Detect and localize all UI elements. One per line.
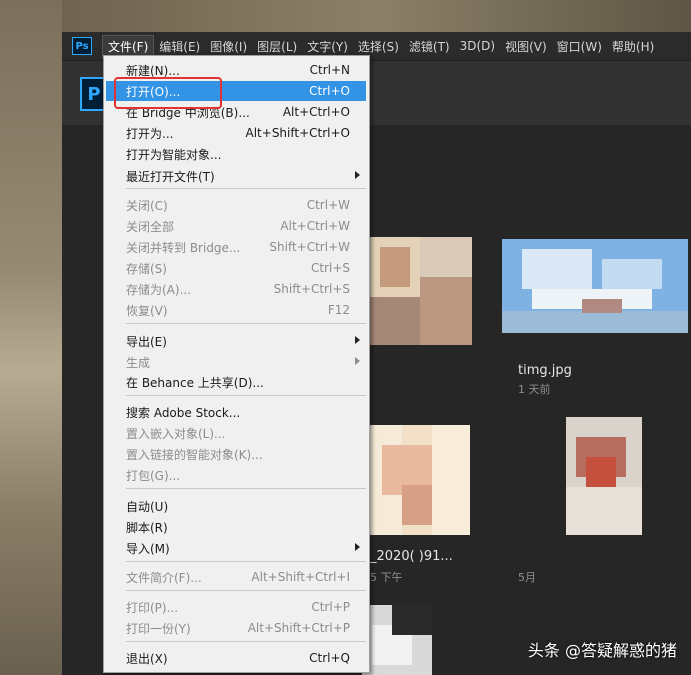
menu-help[interactable]: 帮助(H) — [607, 36, 659, 57]
recent-file-thumb-timg[interactable] — [502, 239, 688, 333]
menu-close-go-bridge[interactable]: 关闭并转到 Bridge... Shift+Ctrl+W — [106, 237, 366, 257]
menu-3d[interactable]: 3D(D) — [455, 37, 500, 55]
menu-print-one-copy[interactable]: 打印一份(Y) Alt+Shift+Ctrl+P — [106, 618, 366, 638]
recent-file-thumb-2[interactable] — [362, 425, 470, 535]
highlight-annotation-box — [114, 77, 222, 109]
menu-print[interactable]: 打印(P)... Ctrl+P — [106, 597, 366, 617]
menu-image[interactable]: 图像(I) — [205, 36, 252, 57]
menu-generate[interactable]: 生成 — [106, 352, 366, 372]
file-menu-dropdown: 新建(N)... Ctrl+N 打开(O)... Ctrl+O 在 Bridge… — [103, 55, 370, 673]
recent-file-name-2[interactable]: _2020( )91... — [370, 549, 453, 564]
menu-open-as[interactable]: 打开为... Alt+Shift+Ctrl+O — [106, 123, 366, 143]
recent-file-thumb-1[interactable] — [370, 237, 472, 345]
menu-recent-files[interactable]: 最近打开文件(T) — [106, 166, 366, 186]
menu-search-adobe-stock[interactable]: 搜索 Adobe Stock... — [106, 402, 366, 422]
submenu-arrow-icon — [355, 357, 360, 365]
menu-separator — [126, 641, 366, 642]
ps-app-icon[interactable]: Ps — [72, 37, 92, 55]
recent-file-thumb-4[interactable] — [362, 605, 432, 675]
menu-file-info[interactable]: 文件简介(F)... Alt+Shift+Ctrl+I — [106, 567, 366, 587]
recent-file-time-2: 5 下午 — [370, 571, 403, 584]
menu-separator — [126, 590, 366, 591]
menu-import[interactable]: 导入(M) — [106, 538, 366, 558]
menu-separator — [126, 323, 366, 324]
submenu-arrow-icon — [355, 336, 360, 344]
menu-save[interactable]: 存储(S) Ctrl+S — [106, 258, 366, 278]
menu-layer[interactable]: 图层(L) — [252, 36, 302, 57]
desktop-background-left — [0, 0, 62, 675]
menu-place-linked[interactable]: 置入链接的智能对象(K)... — [106, 444, 366, 464]
menu-window[interactable]: 窗口(W) — [552, 36, 607, 57]
menu-share-behance[interactable]: 在 Behance 上共享(D)... — [106, 372, 366, 392]
menu-separator — [126, 395, 366, 396]
menu-open-smart-object[interactable]: 打开为智能对象... — [106, 144, 366, 164]
menu-filter[interactable]: 滤镜(T) — [404, 36, 455, 57]
menu-select[interactable]: 选择(S) — [353, 36, 404, 57]
recent-file-time-3: 5月 — [518, 571, 536, 584]
menu-automate[interactable]: 自动(U) — [106, 496, 366, 516]
menu-close-all[interactable]: 关闭全部 Alt+Ctrl+W — [106, 216, 366, 236]
menu-separator — [126, 488, 366, 489]
recent-file-name-1[interactable]: timg.jpg — [518, 363, 572, 378]
menu-revert[interactable]: 恢复(V) F12 — [106, 300, 366, 320]
menu-save-as[interactable]: 存储为(A)... Shift+Ctrl+S — [106, 279, 366, 299]
menu-view[interactable]: 视图(V) — [500, 36, 552, 57]
watermark: 头条 @答疑解惑的猪 — [527, 641, 677, 660]
recent-file-thumb-3[interactable] — [566, 417, 642, 535]
submenu-arrow-icon — [355, 543, 360, 551]
desktop-background-top — [62, 0, 691, 32]
menu-type[interactable]: 文字(Y) — [302, 36, 353, 57]
menu-export[interactable]: 导出(E) — [106, 331, 366, 351]
menu-separator — [126, 561, 366, 562]
menu-close[interactable]: 关闭(C) Ctrl+W — [106, 195, 366, 215]
recent-file-time-1: 1 天前 — [518, 383, 551, 396]
submenu-arrow-icon — [355, 171, 360, 179]
menu-separator — [126, 188, 366, 189]
menu-scripts[interactable]: 脚本(R) — [106, 517, 366, 537]
menu-package[interactable]: 打包(G)... — [106, 465, 366, 485]
menu-place-embedded[interactable]: 置入嵌入对象(L)... — [106, 423, 366, 443]
menu-edit[interactable]: 编辑(E) — [154, 36, 205, 57]
menu-exit[interactable]: 退出(X) Ctrl+Q — [106, 648, 366, 668]
